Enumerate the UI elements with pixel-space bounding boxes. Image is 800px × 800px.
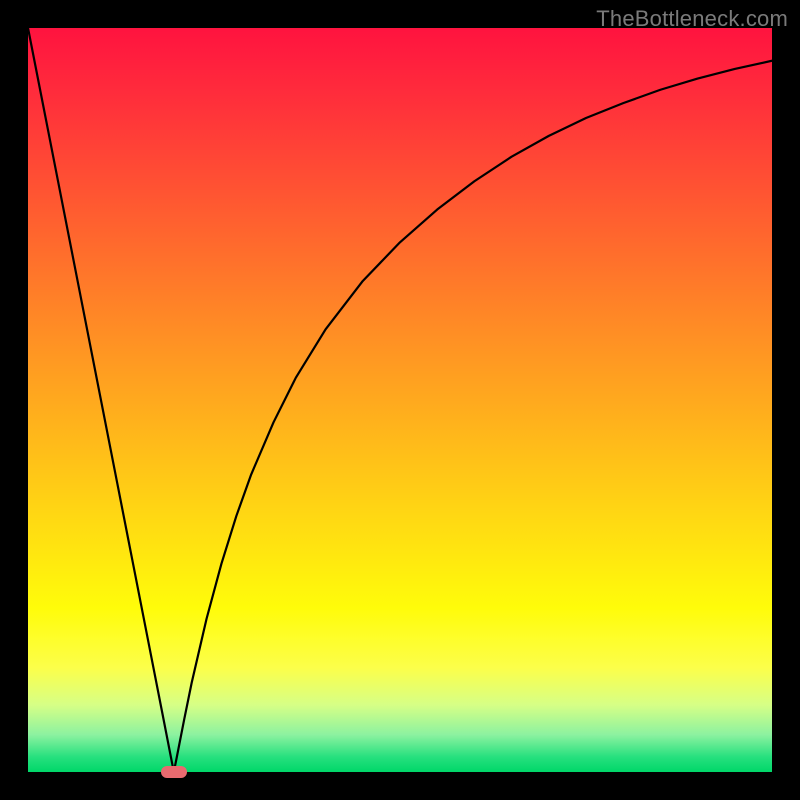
watermark-text: TheBottleneck.com <box>596 6 788 32</box>
min-marker <box>161 766 187 778</box>
plot-area <box>28 28 772 772</box>
curve-path <box>28 28 772 772</box>
line-curve <box>28 28 772 772</box>
chart-frame: TheBottleneck.com <box>0 0 800 800</box>
